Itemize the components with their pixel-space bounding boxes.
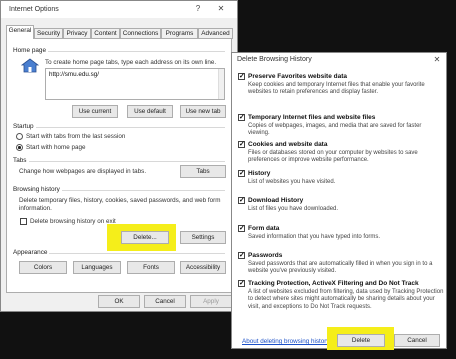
scrollbar[interactable] (218, 69, 224, 99)
home-icon (20, 58, 40, 73)
history-settings-button[interactable]: Settings (180, 231, 226, 244)
delete-history-dialog: Delete Browsing History ✕ ✓ Preserve Fav… (231, 52, 447, 350)
delete-on-exit-label: Delete browsing history on exit (30, 218, 116, 225)
delete-on-exit-checkbox[interactable] (20, 218, 27, 225)
item-title: Download History (248, 197, 304, 204)
item-description: Keep cookies and temporary Internet file… (248, 82, 425, 96)
item-checkbox[interactable]: ✓ (238, 170, 245, 177)
dialog-title: Delete Browsing History (237, 56, 312, 63)
help-button[interactable]: ? (193, 4, 203, 14)
use-default-button[interactable]: Use default (127, 105, 173, 118)
item-title: Cookies and website data (248, 141, 328, 148)
item-checkbox[interactable]: ✓ (238, 280, 245, 287)
dialog-close-button[interactable]: ✕ (432, 55, 442, 65)
fonts-button[interactable]: Fonts (127, 261, 175, 274)
item-checkbox[interactable]: ✓ (238, 252, 245, 259)
home-page-description: To create home page tabs, type each addr… (45, 59, 217, 66)
item-title: Passwords (248, 252, 283, 259)
item-description: List of files you have downloaded. (248, 206, 339, 212)
use-current-button[interactable]: Use current (72, 105, 118, 118)
languages-button[interactable]: Languages (73, 261, 121, 274)
divider (13, 127, 225, 128)
about-deleting-history-link[interactable]: About deleting browsing history (242, 338, 330, 345)
item-description: Files or databases stored on your comput… (248, 150, 418, 164)
startup-home-page-label: Start with home page (26, 144, 86, 151)
colors-button[interactable]: Colors (19, 261, 67, 274)
general-panel: Home page To create home page tabs, type… (6, 38, 232, 293)
startup-last-session-radio[interactable] (16, 133, 23, 140)
tabs-button[interactable]: Tabs (180, 165, 226, 178)
item-checkbox[interactable]: ✓ (238, 197, 245, 204)
item-description: Saved passwords that are automatically f… (248, 261, 433, 275)
tab-strip: General Security Privacy Content Connect… (6, 25, 233, 39)
appearance-group-label: Appearance (13, 249, 50, 256)
window-title: Internet Options (9, 6, 59, 13)
use-new-tab-button[interactable]: Use new tab (180, 105, 226, 118)
item-title: Tracking Protection, ActiveX Filtering a… (248, 280, 419, 287)
internet-options-window: Internet Options ? ✕ General Security Pr… (0, 0, 238, 312)
item-title: Form data (248, 225, 280, 232)
item-description: Copies of webpages, images, and media th… (248, 123, 422, 137)
browsing-history-description: Delete temporary files, history, cookies… (19, 197, 221, 212)
home-page-group-label: Home page (13, 47, 49, 54)
home-page-url-box[interactable]: http://smu.edu.sg/ (45, 68, 225, 100)
item-checkbox[interactable]: ✓ (238, 114, 245, 121)
title-bar: Internet Options ? ✕ (1, 1, 237, 18)
close-button[interactable]: ✕ (216, 4, 226, 14)
dialog-cancel-button[interactable]: Cancel (394, 334, 440, 347)
tabs-description: Change how webpages are displayed in tab… (19, 168, 147, 175)
startup-home-page-radio[interactable] (16, 144, 23, 151)
item-title: History (248, 170, 271, 177)
divider (13, 161, 225, 162)
item-checkbox[interactable]: ✓ (238, 225, 245, 232)
browsing-history-group-label: Browsing history (13, 186, 62, 193)
ok-button[interactable]: OK (98, 295, 140, 308)
home-page-url: http://smu.edu.sg/ (49, 71, 100, 78)
item-checkbox[interactable]: ✓ (238, 73, 245, 80)
accessibility-button[interactable]: Accessibility (180, 261, 226, 274)
item-title: Preserve Favorites website data (248, 73, 347, 80)
item-description: A list of websites excluded from filteri… (248, 289, 444, 310)
item-description: List of websites you have visited. (248, 179, 336, 185)
apply-button[interactable]: Apply (190, 295, 232, 308)
tabs-group-label: Tabs (13, 157, 29, 164)
startup-last-session-label: Start with tabs from the last session (26, 133, 126, 140)
tab-general[interactable]: General (6, 25, 34, 39)
delete-history-button[interactable]: Delete... (121, 231, 169, 244)
startup-group-label: Startup (13, 123, 36, 130)
dialog-delete-button[interactable]: Delete (337, 334, 385, 347)
item-description: Saved information that you have typed in… (248, 234, 381, 240)
cancel-button[interactable]: Cancel (144, 295, 186, 308)
item-title: Temporary Internet files and website fil… (248, 114, 376, 121)
item-checkbox[interactable]: ✓ (238, 141, 245, 148)
